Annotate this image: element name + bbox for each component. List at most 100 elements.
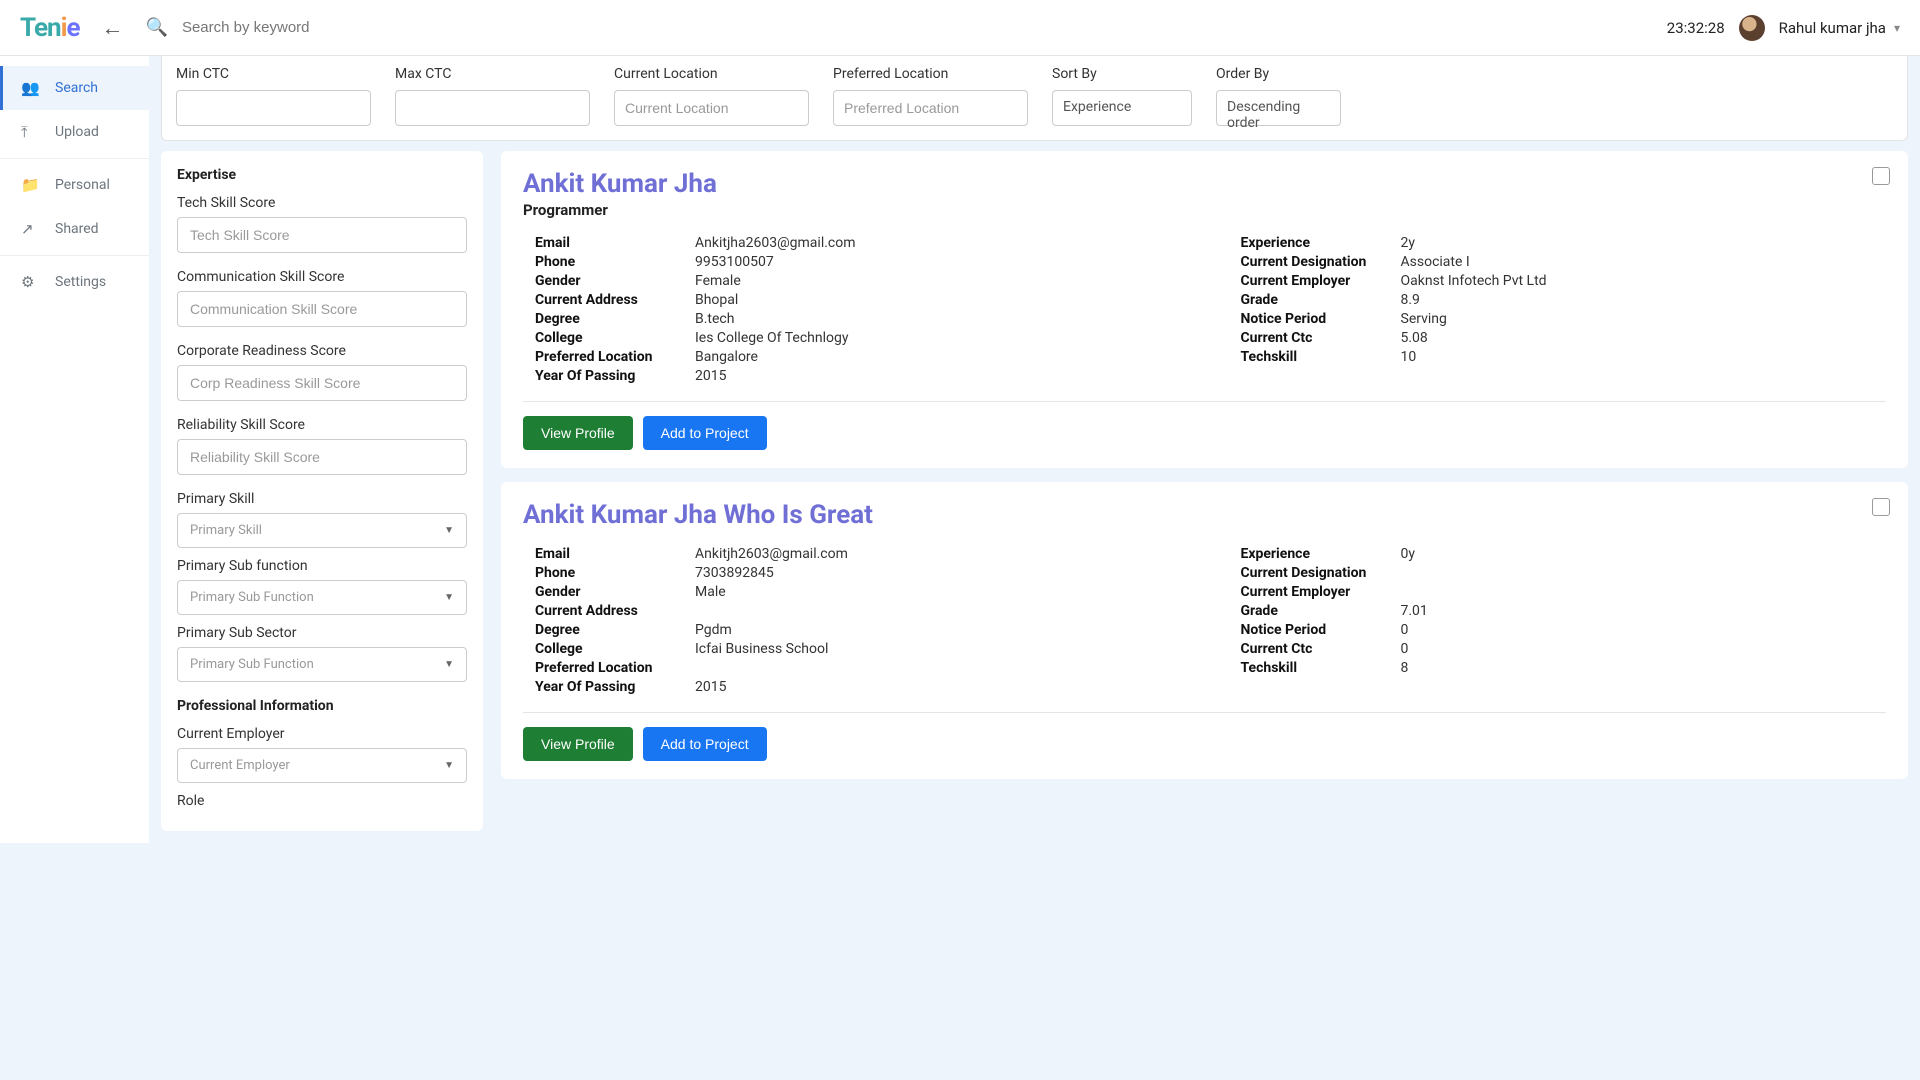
header-right: 23:32:28 Rahul kumar jha ▾ (1667, 15, 1900, 41)
search-input[interactable] (182, 19, 482, 36)
chevron-down-icon[interactable]: ▾ (1894, 21, 1900, 35)
sidebar-item-label: Personal (55, 177, 110, 193)
max-ctc-label: Max CTC (395, 66, 590, 82)
card-actions: View Profile Add to Project (523, 727, 1886, 761)
info-label: Degree (535, 622, 695, 638)
info-label: Techskill (1241, 660, 1401, 676)
preferred-location-label: Preferred Location (833, 66, 1028, 82)
info-value: Bhopal (695, 292, 738, 308)
info-value: B.tech (695, 311, 734, 327)
info-label: Current Designation (1241, 565, 1401, 581)
info-label: Gender (535, 273, 695, 289)
info-row: Preferred LocationBangalore (535, 349, 1181, 365)
info-label: Phone (535, 565, 695, 581)
info-row: CollegeIes College Of Technlogy (535, 330, 1181, 346)
main-content: Min CTC Max CTC Current Location Preferr… (149, 56, 1920, 843)
sidebar-item-settings[interactable]: ⚙ Settings (0, 260, 149, 304)
primary-subfunction-placeholder: Primary Sub Function (190, 590, 314, 605)
info-row: Year Of Passing2015 (535, 679, 1181, 695)
sidebar-item-search[interactable]: 👥 Search (0, 66, 149, 110)
info-row: Notice Period0 (1241, 622, 1887, 638)
info-row: DegreeB.tech (535, 311, 1181, 327)
info-label: Degree (535, 311, 695, 327)
tech-skill-input[interactable] (177, 217, 467, 253)
sidebar-item-label: Settings (55, 274, 106, 290)
info-label: Notice Period (1241, 311, 1401, 327)
info-value: Ankitjha2603@gmail.com (695, 235, 856, 251)
info-value: Associate I (1401, 254, 1470, 270)
current-employer-placeholder: Current Employer (190, 758, 290, 773)
info-row: Current AddressBhopal (535, 292, 1181, 308)
reliability-skill-input[interactable] (177, 439, 467, 475)
communication-skill-input[interactable] (177, 291, 467, 327)
info-label: Preferred Location (535, 660, 695, 676)
avatar[interactable] (1739, 15, 1765, 41)
info-value: 2015 (695, 368, 726, 384)
logo: Tenie (20, 13, 80, 43)
info-label: Current Employer (1241, 584, 1401, 600)
info-value: 2y (1401, 235, 1416, 251)
sidebar-item-label: Upload (55, 124, 99, 140)
info-value: 0 (1401, 641, 1409, 657)
info-label: Phone (535, 254, 695, 270)
info-value: 7.01 (1401, 603, 1428, 619)
sidebar: 👥 Search ⤒ Upload 📁 Personal ↗ Shared ⚙ … (0, 56, 149, 843)
add-to-project-button[interactable]: Add to Project (643, 727, 767, 761)
top-header: Tenie ← 🔍 23:32:28 Rahul kumar jha ▾ (0, 0, 1920, 56)
chevron-down-icon: ▼ (444, 760, 454, 771)
sort-by-label: Sort By (1052, 66, 1192, 82)
max-ctc-input[interactable] (395, 90, 590, 126)
candidate-name[interactable]: Ankit Kumar Jha Who Is Great (523, 500, 1886, 530)
username-label[interactable]: Rahul kumar jha (1779, 19, 1886, 37)
info-label: Year Of Passing (535, 368, 695, 384)
info-label: College (535, 330, 695, 346)
min-ctc-input[interactable] (176, 90, 371, 126)
view-profile-button[interactable]: View Profile (523, 727, 633, 761)
info-value: 9953100507 (695, 254, 774, 270)
preferred-location-input[interactable] (833, 90, 1028, 126)
info-value: Icfai Business School (695, 641, 828, 657)
info-row: Current Designation (1241, 565, 1887, 581)
corporate-readiness-input[interactable] (177, 365, 467, 401)
info-row: Current DesignationAssociate I (1241, 254, 1887, 270)
info-value: Ies College Of Technlogy (695, 330, 848, 346)
sidebar-item-label: Shared (55, 221, 99, 237)
primary-subsector-select[interactable]: Primary Sub Function ▼ (177, 647, 467, 682)
info-row: Notice PeriodServing (1241, 311, 1887, 327)
select-candidate-checkbox[interactable] (1872, 498, 1890, 516)
info-row: Current Ctc5.08 (1241, 330, 1887, 346)
candidate-card: Ankit Kumar JhaProgrammerEmailAnkitjha26… (501, 151, 1908, 468)
info-label: Techskill (1241, 349, 1401, 365)
info-label: Email (535, 546, 695, 562)
info-row: Grade7.01 (1241, 603, 1887, 619)
sidebar-item-label: Search (55, 80, 98, 96)
sort-by-select[interactable]: Experience (1052, 90, 1192, 126)
candidate-name[interactable]: Ankit Kumar Jha (523, 169, 1886, 199)
primary-skill-select[interactable]: Primary Skill ▼ (177, 513, 467, 548)
order-by-select[interactable]: Descending order (1216, 90, 1341, 126)
filter-panel: Expertise Tech Skill Score Communication… (161, 151, 483, 831)
sidebar-item-shared[interactable]: ↗ Shared (0, 207, 149, 251)
info-row: Current Address (535, 603, 1181, 619)
info-value: 0 (1401, 622, 1409, 638)
current-location-input[interactable] (614, 90, 809, 126)
current-employer-select[interactable]: Current Employer ▼ (177, 748, 467, 783)
info-value: Bangalore (695, 349, 758, 365)
info-row: Grade8.9 (1241, 292, 1887, 308)
info-label: College (535, 641, 695, 657)
chevron-down-icon: ▼ (444, 592, 454, 603)
back-arrow-icon[interactable]: ← (102, 15, 124, 41)
gear-icon: ⚙ (21, 273, 41, 291)
info-row: Experience2y (1241, 235, 1887, 251)
select-candidate-checkbox[interactable] (1872, 167, 1890, 185)
primary-subfunction-select[interactable]: Primary Sub Function ▼ (177, 580, 467, 615)
view-profile-button[interactable]: View Profile (523, 416, 633, 450)
add-to-project-button[interactable]: Add to Project (643, 416, 767, 450)
sidebar-item-personal[interactable]: 📁 Personal (0, 163, 149, 207)
chevron-down-icon: ▼ (444, 525, 454, 536)
info-label: Grade (1241, 603, 1401, 619)
info-value: 10 (1401, 349, 1417, 365)
current-employer-label: Current Employer (177, 726, 467, 742)
sidebar-item-upload[interactable]: ⤒ Upload (0, 110, 149, 154)
upload-icon: ⤒ (21, 123, 41, 141)
